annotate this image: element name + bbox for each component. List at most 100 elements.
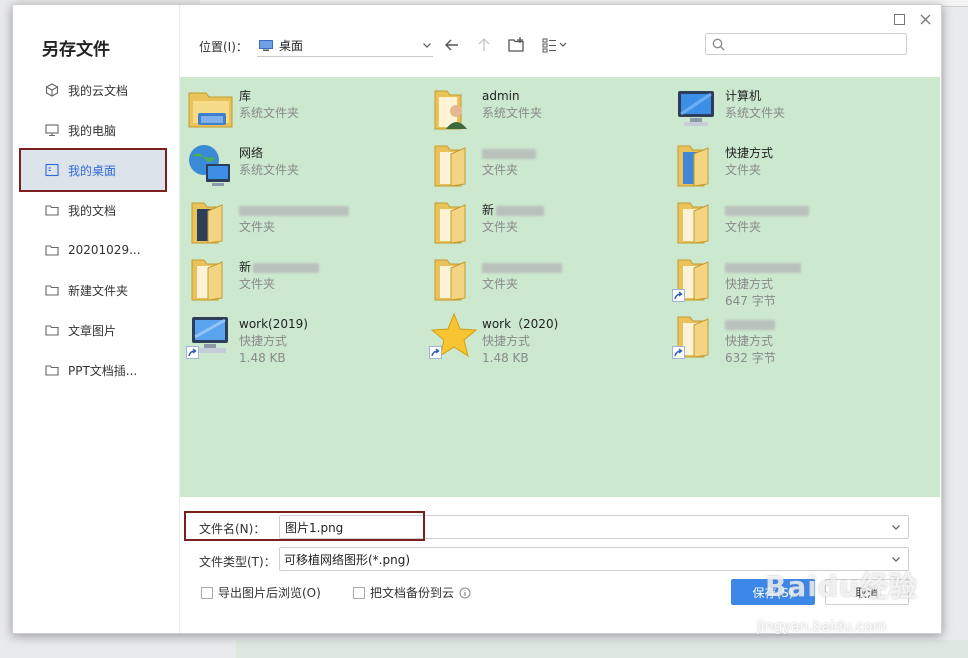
file-item-work-2020[interactable]: work（2020) 快捷方式 1.48 KB xyxy=(429,311,665,365)
computer-icon xyxy=(672,83,722,133)
new-folder-icon[interactable] xyxy=(507,36,525,54)
checkbox-box[interactable] xyxy=(353,586,365,599)
folder-icon xyxy=(429,140,479,190)
desktop-icon xyxy=(45,163,59,177)
back-arrow-icon[interactable] xyxy=(443,36,461,54)
desktop-icon xyxy=(259,39,273,51)
file-item-folder-blurred-2[interactable]: 文件夹 xyxy=(186,197,422,249)
cloud-doc-icon xyxy=(45,83,59,97)
file-type: 快捷方式 xyxy=(725,334,774,348)
chevron-down-icon[interactable] xyxy=(890,521,902,533)
file-name xyxy=(482,259,562,276)
sidebar-item-label: 我的电脑 xyxy=(68,123,117,138)
location-dropdown[interactable]: 桌面 xyxy=(257,34,433,57)
redacted-name xyxy=(725,205,809,216)
view-mode-icon[interactable] xyxy=(541,36,571,54)
file-name: 库 xyxy=(239,89,252,103)
save-button[interactable]: 保存(S) xyxy=(731,579,815,605)
file-size: 647 字节 xyxy=(725,294,776,308)
file-name xyxy=(725,259,801,276)
folder-icon xyxy=(186,197,236,247)
file-name: 新 xyxy=(482,202,545,219)
redacted-name xyxy=(482,262,562,273)
file-type: 文件夹 xyxy=(725,220,762,234)
sidebar-item-article-images[interactable]: 文章图片 xyxy=(21,310,165,350)
file-item-folder-blurred-1[interactable]: 文件夹 xyxy=(429,140,665,192)
filetype-dropdown[interactable]: 可移植网络图形(*.png) xyxy=(279,547,909,571)
up-arrow-icon[interactable] xyxy=(475,36,493,54)
file-item-shortcut-blurred-2[interactable]: 快捷方式 632 字节 xyxy=(672,311,908,365)
file-type: 快捷方式 xyxy=(482,334,531,348)
close-icon[interactable] xyxy=(915,9,935,29)
folder-icon xyxy=(45,205,59,216)
shortcut-folder-icon xyxy=(672,254,722,304)
file-type: 文件夹 xyxy=(725,163,762,177)
sidebar-item-my-computer[interactable]: 我的电脑 xyxy=(21,110,165,150)
sidebar-item-my-desktop[interactable]: 我的桌面 xyxy=(19,148,167,192)
sidebar-item-label: 文章图片 xyxy=(68,323,117,338)
file-item-folder-new-2[interactable]: 新 文件夹 xyxy=(186,254,422,306)
backup-cloud-label: 把文档备份到云 xyxy=(370,586,455,600)
filename-input[interactable] xyxy=(283,516,890,538)
backup-cloud-checkbox[interactable]: 把文档备份到云 xyxy=(353,584,471,601)
checkbox-box[interactable] xyxy=(201,586,213,599)
file-item-computer[interactable]: 计算机 系统文件夹 xyxy=(672,83,908,135)
redacted-name xyxy=(482,148,536,159)
shortcut-star-icon xyxy=(429,311,479,361)
file-item-folder-new-1[interactable]: 新 文件夹 xyxy=(429,197,665,249)
file-type: 快捷方式 xyxy=(239,334,288,348)
file-item-shortcut-blurred-1[interactable]: 快捷方式 647 字节 xyxy=(672,254,908,308)
folder-icon xyxy=(45,325,59,336)
folder-icon xyxy=(186,254,236,304)
file-name xyxy=(482,145,536,162)
redacted-name xyxy=(496,205,545,216)
location-value: 桌面 xyxy=(279,38,304,53)
file-list: 库 系统文件夹 admin 系统文件夹 计算机 系统文件夹 网络 系统文件夹 文… xyxy=(180,77,940,497)
file-size: 632 字节 xyxy=(725,351,776,365)
maximize-icon[interactable] xyxy=(889,9,909,29)
sidebar-item-folder-20201029[interactable]: 20201029... xyxy=(21,230,165,270)
folder-icon xyxy=(429,197,479,247)
filename-field[interactable] xyxy=(279,515,909,539)
file-item-library[interactable]: 库 系统文件夹 xyxy=(186,83,422,135)
dialog-title: 另存文件 xyxy=(42,40,110,60)
sidebar-item-cloud-docs[interactable]: 我的云文档 xyxy=(21,70,165,110)
shortcut-arrow-icon xyxy=(186,346,199,359)
computer-icon xyxy=(45,124,59,137)
network-icon xyxy=(186,140,236,190)
file-name: 快捷方式 xyxy=(725,146,774,160)
file-type: 文件夹 xyxy=(482,277,519,291)
location-label: 位置(I)： xyxy=(199,40,248,54)
file-item-folder-blurred-4[interactable]: 文件夹 xyxy=(429,254,665,306)
cancel-button[interactable]: 取消 xyxy=(825,579,909,605)
file-item-folder-blurred-3[interactable]: 文件夹 xyxy=(672,197,908,249)
export-browse-checkbox[interactable]: 导出图片后浏览(O) xyxy=(201,584,321,601)
sidebar-item-my-documents[interactable]: 我的文档 xyxy=(21,190,165,230)
file-item-admin[interactable]: admin 系统文件夹 xyxy=(429,83,665,135)
chevron-down-icon xyxy=(892,557,900,562)
file-item-work-2019[interactable]: work(2019) 快捷方式 1.48 KB xyxy=(186,311,422,365)
sidebar-item-ppt-folder[interactable]: PPT文档插... xyxy=(21,350,165,390)
file-type: 文件夹 xyxy=(239,220,276,234)
redacted-name xyxy=(725,262,801,273)
folder-icon xyxy=(45,365,59,376)
file-name xyxy=(725,316,776,333)
library-icon xyxy=(186,83,236,133)
search-input[interactable] xyxy=(729,34,906,54)
export-browse-label: 导出图片后浏览(O) xyxy=(218,586,321,600)
sidebar-item-label: 我的桌面 xyxy=(68,163,117,178)
info-icon[interactable] xyxy=(459,587,471,599)
file-size: 1.48 KB xyxy=(239,351,286,365)
file-item-network[interactable]: 网络 系统文件夹 xyxy=(186,140,422,192)
file-name: work（2020) xyxy=(482,317,559,331)
file-type: 快捷方式 xyxy=(725,277,774,291)
file-type: 系统文件夹 xyxy=(239,106,300,120)
shortcut-arrow-icon xyxy=(672,346,685,359)
filename-label: 文件名(N)： xyxy=(199,522,266,536)
sidebar-item-new-folder[interactable]: 新建文件夹 xyxy=(21,270,165,310)
file-name: 计算机 xyxy=(725,89,762,103)
file-item-shortcuts-folder[interactable]: 快捷方式 文件夹 xyxy=(672,140,908,192)
save-file-dialog: 另存文件 我的云文档 我的电脑 我的桌面 我的文档 20201029... 新建… xyxy=(12,4,942,635)
search-box[interactable] xyxy=(705,33,907,55)
file-type: 文件夹 xyxy=(482,163,519,177)
